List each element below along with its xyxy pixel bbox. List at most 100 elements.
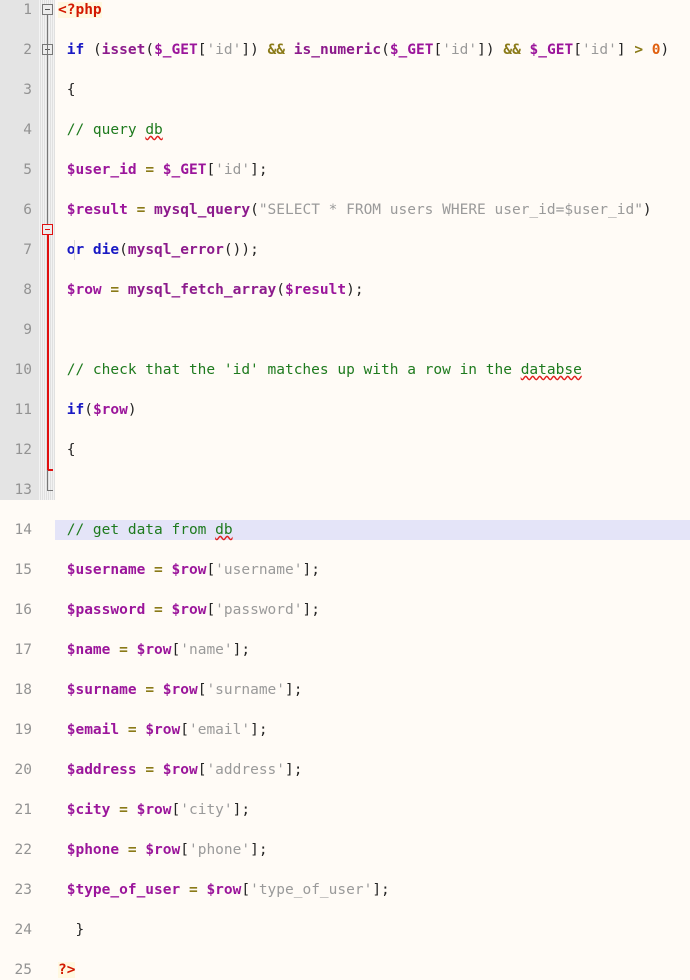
token: [ [197, 762, 207, 778]
token: [ [180, 722, 189, 738]
token: ()); [223, 242, 259, 258]
code-line[interactable]: 12 { [0, 440, 690, 460]
token: = [119, 802, 128, 818]
code-line[interactable]: 17 $name = $row['name']; [0, 640, 690, 660]
token: ( [276, 282, 285, 298]
token: is_numeric [293, 42, 382, 58]
code-line[interactable]: 19 $email = $row['email']; [0, 720, 690, 740]
code-text[interactable]: $surname = $row['surname']; [58, 680, 303, 700]
code-text[interactable]: // query db [58, 120, 163, 140]
code-text[interactable]: $name = $row['name']; [58, 640, 250, 660]
code-text[interactable]: $password = $row['password']; [58, 600, 320, 620]
code-text[interactable]: ?> [58, 960, 76, 980]
code-line[interactable]: 18 $surname = $row['surname']; [0, 680, 690, 700]
code-text[interactable]: } [58, 920, 84, 940]
token: $row [92, 402, 128, 418]
token: 'type_of_user' [250, 882, 373, 898]
token: [ [241, 882, 251, 898]
code-line[interactable]: 10 // check that the 'id' matches up wit… [0, 360, 690, 380]
token: // check that the 'id' matches up with a… [58, 362, 521, 378]
code-line[interactable]: 8 $row = mysql_fetch_array($result); [0, 280, 690, 300]
code-text[interactable]: $row = mysql_fetch_array($result); [58, 280, 364, 300]
code-line[interactable]: 20 $address = $row['address']; [0, 760, 690, 780]
code-line[interactable]: 11 if($row) [0, 400, 690, 420]
token: && [267, 42, 286, 58]
code-text[interactable]: $type_of_user = $row['type_of_user']; [58, 880, 390, 900]
token: isset [101, 42, 146, 58]
code-text[interactable]: $user_id = $_GET['id']; [58, 160, 268, 180]
code-line[interactable]: 14 // get data from db [0, 520, 690, 540]
code-text[interactable]: $phone = $row['phone']; [58, 840, 268, 860]
code-line[interactable]: 1 <?php [0, 0, 690, 20]
code-line[interactable]: 5 $user_id = $_GET['id']; [0, 160, 690, 180]
token: $result [285, 282, 347, 298]
code-text[interactable]: if (isset($_GET['id']) && is_numeric($_G… [58, 40, 670, 60]
token: $username [66, 562, 146, 578]
code-text[interactable]: { [58, 80, 76, 100]
token: 'id' [442, 42, 478, 58]
code-line[interactable]: 24 } [0, 920, 690, 940]
token: = [127, 842, 137, 858]
code-text[interactable]: // check that the 'id' matches up with a… [58, 360, 582, 380]
code-line[interactable]: 16 $password = $row['password']; [0, 600, 690, 620]
code-text[interactable]: // get data from db [58, 520, 233, 540]
code-line[interactable]: 13 [0, 480, 690, 500]
fold-toggle-icon[interactable] [42, 224, 53, 235]
token: [ [180, 842, 189, 858]
code-line[interactable]: 22 $phone = $row['phone']; [0, 840, 690, 860]
code-text[interactable]: $username = $row['username']; [58, 560, 320, 580]
token: $_GET [162, 162, 207, 178]
code-text[interactable]: $city = $row['city']; [58, 800, 250, 820]
code-line[interactable]: 3 { [0, 80, 690, 100]
line-number: 15 [14, 562, 32, 578]
token: ( [250, 202, 259, 218]
token: $_GET [529, 42, 574, 58]
token: $type_of_user [66, 882, 181, 898]
token: && [503, 42, 521, 58]
code-line[interactable]: 21 $city = $row['city']; [0, 800, 690, 820]
code-editor[interactable]: 1 <?php 2 if (isset($_GET['id']) && is_num… [0, 0, 690, 978]
line-number: 12 [14, 442, 32, 458]
code-line[interactable]: 4 // query db [0, 120, 690, 140]
code-line[interactable]: 2 if (isset($_GET['id']) && is_numeric($… [0, 40, 690, 60]
code-line[interactable]: 6 $result = mysql_query("SELECT * FROM u… [0, 200, 690, 220]
fold-toggle-icon[interactable] [42, 4, 53, 15]
code-text[interactable]: if($row) [58, 400, 137, 420]
token: 'address' [206, 762, 286, 778]
code-text[interactable]: $address = $row['address']; [58, 760, 303, 780]
token: $row [145, 842, 181, 858]
code-text[interactable]: or die(mysql_error()); [58, 240, 259, 260]
code-text[interactable]: $result = mysql_query("SELECT * FROM use… [58, 200, 652, 220]
code-line[interactable]: 25 ?> [0, 960, 690, 980]
token: ( [145, 42, 155, 58]
token: ]; [302, 602, 320, 618]
fold-region-line-active [47, 235, 49, 470]
code-line[interactable]: 7 or die(mysql_error()); [0, 240, 690, 260]
code-line[interactable]: 23 $type_of_user = $row['type_of_user']; [0, 880, 690, 900]
code-text[interactable]: { [58, 440, 76, 460]
token: if [66, 402, 85, 418]
token: 'email' [188, 722, 251, 738]
code-line[interactable]: 9 [0, 320, 690, 340]
token: 'name' [180, 642, 233, 658]
token: ]; [232, 642, 251, 658]
code-lines[interactable]: 1 <?php 2 if (isset($_GET['id']) && is_num… [0, 0, 690, 978]
fold-outer-line [47, 470, 48, 490]
code-line[interactable]: 15 $username = $row['username']; [0, 560, 690, 580]
code-text[interactable]: $email = $row['email']; [58, 720, 268, 740]
code-text[interactable]: <?php [58, 0, 102, 20]
